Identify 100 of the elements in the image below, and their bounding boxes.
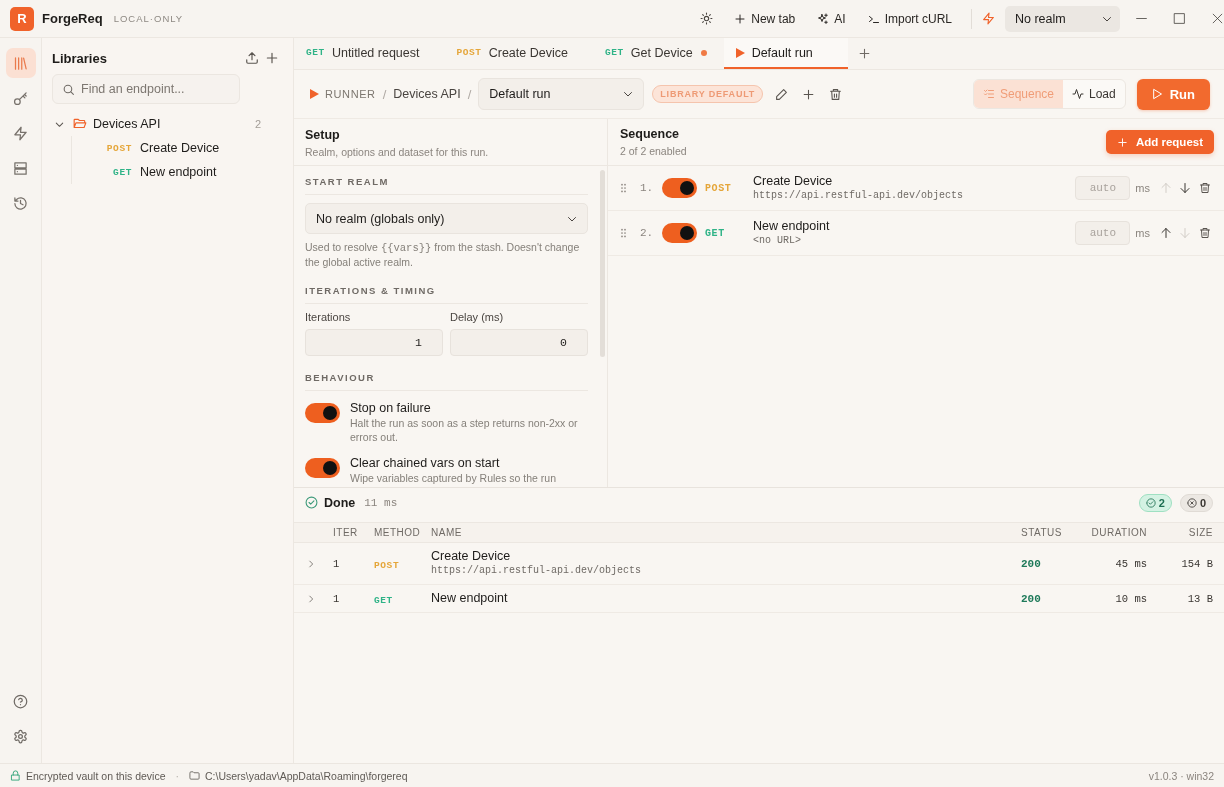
books-icon xyxy=(13,55,28,71)
activity-icon xyxy=(1072,88,1084,100)
play-icon xyxy=(1150,88,1163,100)
arrow-up-icon[interactable] xyxy=(1160,227,1172,239)
request-tab[interactable]: POST Create Device xyxy=(444,38,593,69)
app-logo: R xyxy=(10,6,34,31)
endpoint-item[interactable]: POST Create Device xyxy=(72,136,220,160)
delay-input[interactable]: 0 xyxy=(450,329,588,356)
column-header: DURATION xyxy=(1090,527,1147,538)
column-header: ITER xyxy=(333,527,359,538)
start-realm-select[interactable]: No realm (globals only) xyxy=(305,203,588,234)
size-cell-text: 13 B xyxy=(1186,592,1213,605)
status-separator: · xyxy=(175,769,179,782)
run-select[interactable]: Default run xyxy=(478,78,645,110)
toggle-switch[interactable] xyxy=(662,178,697,198)
sun-icon[interactable] xyxy=(700,12,714,25)
toggle-switch[interactable] xyxy=(305,403,340,423)
elapsed-time: 11 ms xyxy=(364,496,398,509)
enabled-summary: 2 of 2 enabled xyxy=(620,144,687,158)
folder-icon xyxy=(73,117,87,131)
import-curl-button[interactable]: Import cURL xyxy=(862,7,957,30)
settings-icon[interactable] xyxy=(13,728,28,744)
new-tab-button[interactable]: New tab xyxy=(729,7,801,30)
option-label: Clear chained vars on start xyxy=(350,456,501,471)
option-description: Halt the run as soon as a step returns non-2xx or errors out. xyxy=(350,416,579,444)
toggle-switch[interactable] xyxy=(662,223,697,243)
server-icon xyxy=(13,160,28,176)
help-text: Used to resolve {{vars}} from the stash. Doesn't change the global active realm. xyxy=(305,240,581,269)
panel-title: Setup xyxy=(305,128,341,143)
step-number: 2. xyxy=(640,227,654,239)
field-label: Iterations xyxy=(305,311,352,324)
arrow-down-icon[interactable] xyxy=(1179,182,1191,194)
close-icon[interactable] xyxy=(1211,12,1224,25)
library-folder-item[interactable]: Devices API xyxy=(52,112,255,136)
trash-icon[interactable] xyxy=(1199,227,1211,239)
plus-icon[interactable] xyxy=(802,87,816,101)
plus-icon[interactable] xyxy=(857,47,871,60)
history-icon xyxy=(13,195,28,211)
lightning-icon xyxy=(13,125,28,141)
iter-cell-text: 1 xyxy=(333,557,341,570)
name-cell-text: Create Device xyxy=(431,549,512,564)
request-tab[interactable]: GET Untitled request xyxy=(294,38,445,69)
duration-cell-text: 45 ms xyxy=(1114,557,1147,570)
passed-count-badge: 2 xyxy=(1138,493,1172,512)
key-icon xyxy=(13,90,28,106)
lightning-icon xyxy=(982,12,995,25)
app-name: ForgeReq xyxy=(42,11,103,26)
mode-label: LOCAL·ONLY xyxy=(113,13,184,24)
method-label: POST xyxy=(374,559,400,571)
upload-icon[interactable] xyxy=(245,51,259,65)
realm-select[interactable]: No realm xyxy=(1005,5,1120,32)
method-label: POST xyxy=(105,142,132,154)
search-field[interactable]: Find an endpoint... xyxy=(52,74,240,104)
step-url: <no URL> xyxy=(753,234,802,247)
toggle-switch[interactable] xyxy=(305,458,340,478)
endpoint-item[interactable]: GET New endpoint xyxy=(72,160,217,184)
method-label: GET xyxy=(705,227,726,239)
step-url: https://api.restful-api.dev/objects xyxy=(753,189,964,202)
breadcrumb-link[interactable]: Devices API xyxy=(393,87,461,101)
trash-icon[interactable] xyxy=(1199,182,1211,194)
step-delay-input[interactable]: auto xyxy=(1075,176,1131,200)
iterations-input[interactable]: 1 xyxy=(305,329,443,356)
step-delay-input[interactable]: auto xyxy=(1075,221,1131,245)
section-heading: START REALM xyxy=(305,176,588,195)
field-label: Delay (ms) xyxy=(450,311,505,324)
section-heading: ITERATIONS & TIMING xyxy=(305,285,588,304)
lock-icon xyxy=(10,770,21,781)
version-label: v1.0.3 · win32 xyxy=(1148,769,1214,782)
method-label: GET xyxy=(374,594,393,606)
load-mode-button[interactable]: Load xyxy=(1063,80,1125,108)
column-header: NAME xyxy=(431,527,463,538)
method-label: GET xyxy=(306,47,325,58)
plus-icon xyxy=(734,12,747,25)
status-cell-text: 200 xyxy=(1021,557,1042,570)
ai-button[interactable]: AI xyxy=(812,7,851,30)
breadcrumb-separator: / xyxy=(467,86,472,102)
nav-rail-item[interactable] xyxy=(5,48,36,78)
url-text: https://api.restful-api.dev/objects xyxy=(431,564,643,578)
unit-label: ms xyxy=(1135,182,1150,194)
method-label: GET xyxy=(112,166,132,178)
runner-tab[interactable]: Default run xyxy=(723,38,848,69)
plus-icon xyxy=(1116,136,1128,148)
option-label: Stop on failure xyxy=(350,401,432,416)
column-header: STATUS xyxy=(1021,527,1063,538)
search-icon xyxy=(62,82,75,96)
drag-handle-icon[interactable] xyxy=(619,228,628,238)
maximize-icon[interactable] xyxy=(1173,12,1186,25)
sidebar-title: Libraries xyxy=(52,50,107,66)
section-heading: BEHAVIOUR xyxy=(305,372,588,391)
column-header: METHOD xyxy=(374,527,422,538)
status-cell-text: 200 xyxy=(1021,592,1042,605)
trash-icon[interactable] xyxy=(829,87,843,101)
vault-status: Encrypted vault on this device xyxy=(26,769,166,782)
pencil-icon[interactable] xyxy=(775,87,789,101)
request-tab[interactable]: GET Get Device xyxy=(592,38,718,69)
drag-handle-icon[interactable] xyxy=(619,183,628,193)
help-icon[interactable] xyxy=(13,693,28,709)
scrollbar-thumb[interactable] xyxy=(600,170,605,357)
step-number: 1. xyxy=(640,182,654,194)
run-status: Done xyxy=(324,495,356,510)
